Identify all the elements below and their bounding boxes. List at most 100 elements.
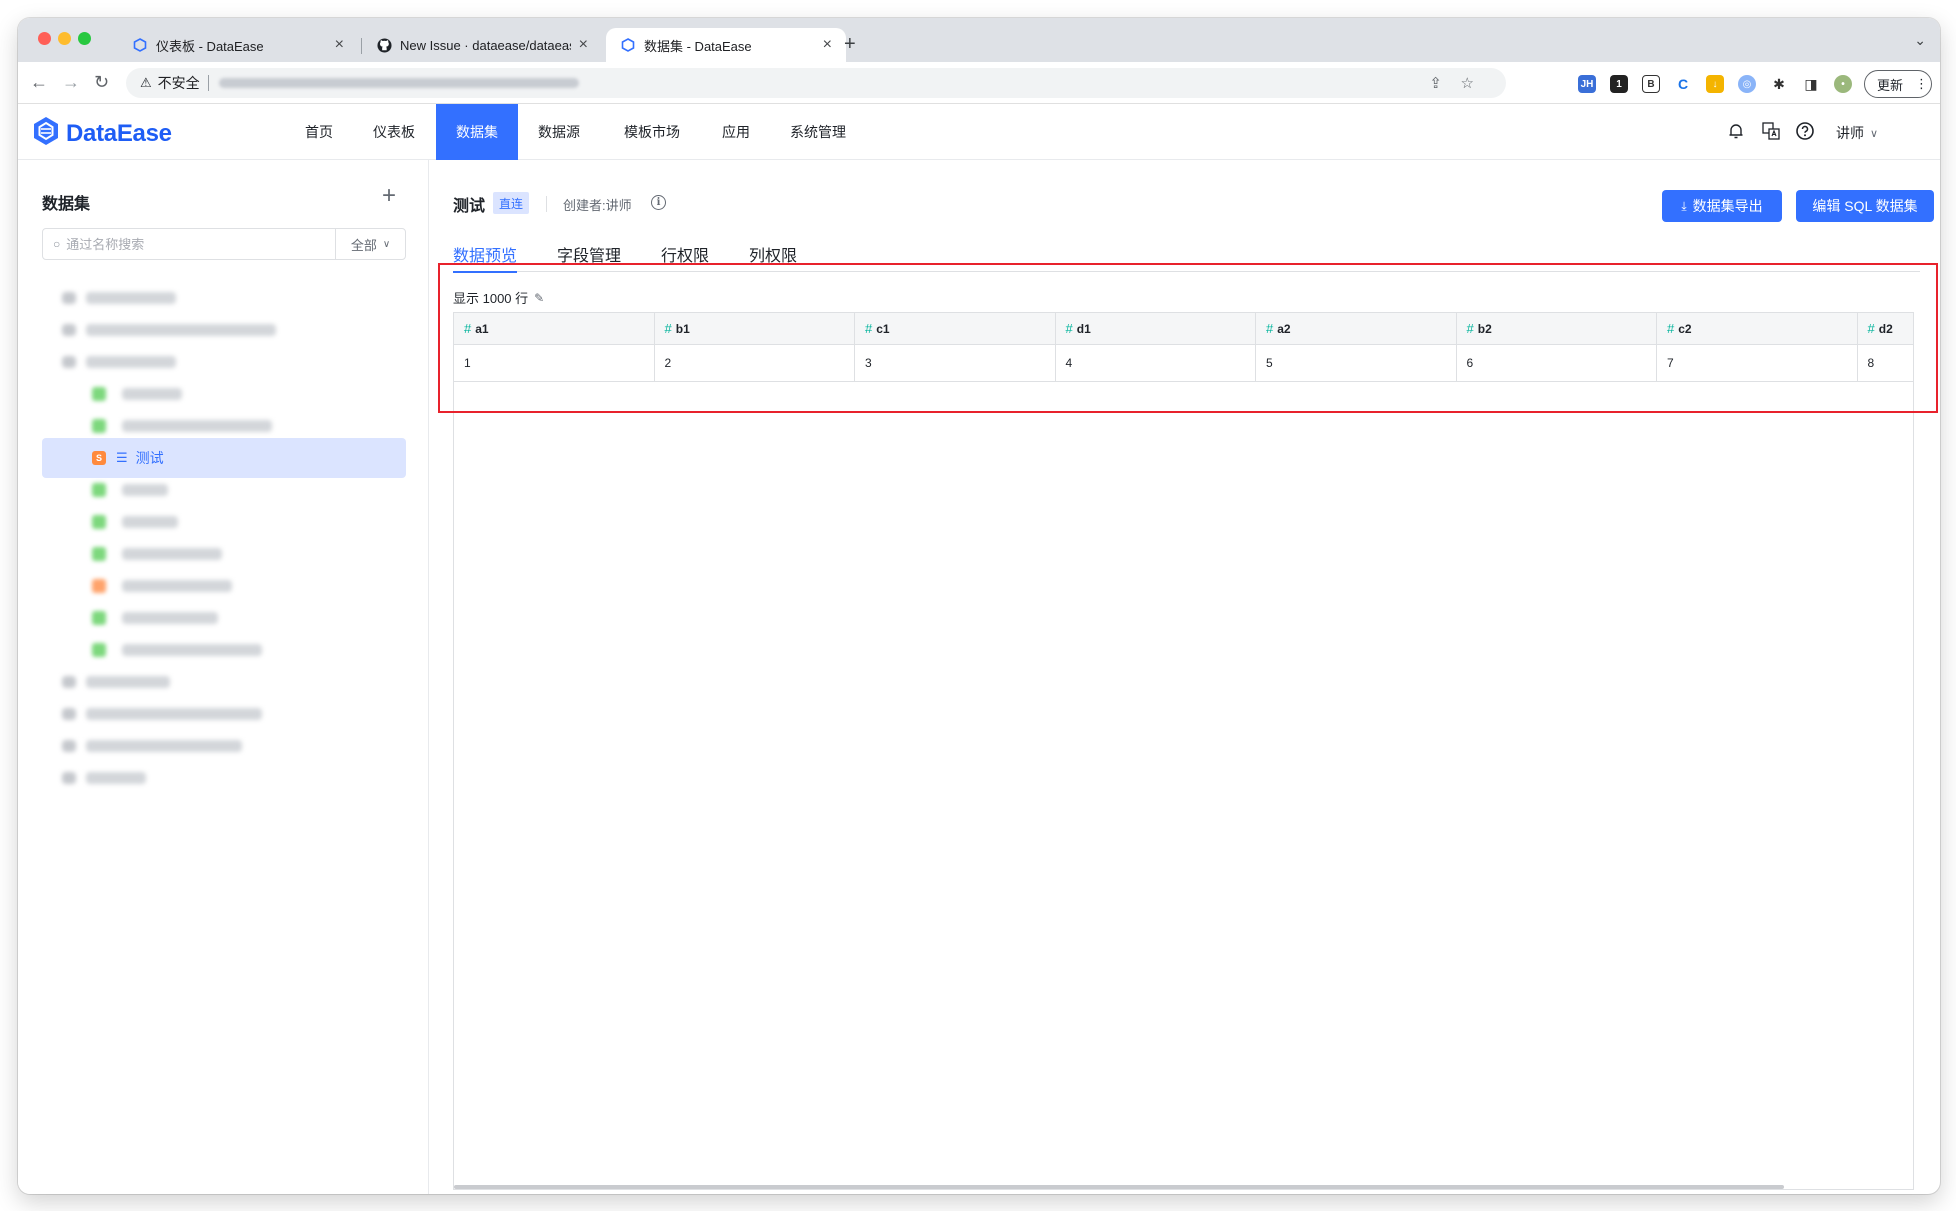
column-name: d1 bbox=[1076, 321, 1091, 336]
nav-dashboard[interactable]: 仪表板 bbox=[352, 104, 436, 160]
column-header[interactable]: # b2 bbox=[1457, 313, 1657, 344]
number-field-icon: # bbox=[1667, 321, 1675, 336]
table-cell: 3 bbox=[855, 345, 1056, 381]
nav-template-market[interactable]: 模板市场 bbox=[600, 104, 704, 160]
browser-tab[interactable]: 仪表板 - DataEase × bbox=[118, 28, 358, 62]
grid-header: # a1 # b1 # c1 # d1 # a2 # b2 # c2 # d2 bbox=[454, 313, 1913, 345]
dataset-sidebar: 数据集 + ○ 全部 ∨ bbox=[18, 160, 429, 1194]
horizontal-scrollbar[interactable] bbox=[454, 1185, 1784, 1189]
info-icon[interactable]: i bbox=[651, 195, 666, 210]
close-tab-icon[interactable]: × bbox=[335, 36, 344, 54]
nav-apps[interactable]: 应用 bbox=[704, 104, 768, 160]
address-bar[interactable]: ⚠ 不安全 ⇪ ☆ bbox=[126, 68, 1506, 98]
nav-dataset[interactable]: 数据集 bbox=[436, 104, 518, 160]
bookmark-star-icon[interactable]: ☆ bbox=[1461, 74, 1474, 92]
filter-value: 全部 bbox=[350, 237, 377, 253]
export-dataset-button[interactable]: ⤓ 数据集导出 bbox=[1662, 190, 1782, 222]
nav-home[interactable]: 首页 bbox=[286, 104, 352, 160]
extension-circle-icon[interactable]: ◎ bbox=[1738, 75, 1756, 93]
table-row: 12345678 bbox=[454, 345, 1913, 382]
app-logo[interactable]: DataEase bbox=[32, 116, 172, 151]
title-divider bbox=[546, 196, 547, 212]
translate-icon[interactable] bbox=[1762, 122, 1780, 146]
update-button[interactable]: 更新 ⋮ bbox=[1864, 70, 1932, 98]
sidebar-title: 数据集 bbox=[42, 196, 91, 213]
data-preview-grid: # a1 # b1 # c1 # d1 # a2 # b2 # c2 # d2 12345678 bbox=[453, 312, 1914, 1190]
maximize-window-button[interactable] bbox=[78, 32, 91, 45]
share-icon[interactable]: ⇪ bbox=[1429, 74, 1442, 92]
app-header: DataEase 首页 仪表板 数据集 数据源 模板市场 应用 系统管理 讲师 … bbox=[18, 104, 1940, 160]
back-icon[interactable]: ← bbox=[30, 71, 48, 93]
extension-c-icon[interactable]: C bbox=[1674, 75, 1692, 93]
extension-download-icon[interactable]: ↓ bbox=[1706, 75, 1724, 93]
tree-folder[interactable] bbox=[42, 758, 406, 798]
dataease-icon bbox=[132, 37, 148, 53]
user-menu[interactable]: 讲师 ∨ bbox=[1836, 123, 1878, 143]
reload-icon[interactable]: ↻ bbox=[94, 71, 109, 93]
logo-text: DataEase bbox=[66, 119, 172, 147]
close-tab-icon[interactable]: × bbox=[579, 36, 588, 54]
download-icon: ⤓ bbox=[1681, 198, 1687, 213]
tab-title: 数据集 - DataEase bbox=[644, 38, 752, 54]
row-count-setting: 显示 1000 行 ✎ bbox=[453, 288, 544, 307]
browser-tab[interactable]: New Issue · dataease/dataease × bbox=[362, 28, 602, 62]
close-tab-icon[interactable]: × bbox=[823, 36, 832, 54]
dataset-name: 测试 bbox=[453, 198, 486, 215]
browser-window: 仪表板 - DataEase × New Issue · dataease/da… bbox=[18, 18, 1940, 1194]
column-name: b1 bbox=[675, 321, 690, 336]
number-field-icon: # bbox=[1065, 321, 1073, 336]
column-header[interactable]: # b1 bbox=[655, 313, 855, 344]
extension-b-icon[interactable]: B bbox=[1642, 75, 1660, 93]
column-header[interactable]: # a1 bbox=[454, 313, 655, 344]
edit-sql-dataset-button[interactable]: 编辑 SQL 数据集 bbox=[1796, 190, 1934, 222]
number-field-icon: # bbox=[1266, 321, 1274, 336]
column-header[interactable]: # c1 bbox=[855, 313, 1056, 344]
browser-tab-active[interactable]: 数据集 - DataEase × bbox=[606, 28, 846, 62]
table-cell: 6 bbox=[1457, 345, 1657, 381]
column-name: c2 bbox=[1678, 321, 1692, 336]
nav-system-settings[interactable]: 系统管理 bbox=[768, 104, 868, 160]
dataset-main: 测试 直连 创建者:讲师 i ⤓ 数据集导出 编辑 SQL 数据集 数据预览 字… bbox=[429, 160, 1940, 1194]
edit-pencil-icon[interactable]: ✎ bbox=[534, 291, 544, 305]
number-field-icon: # bbox=[1466, 321, 1474, 336]
close-window-button[interactable] bbox=[38, 32, 51, 45]
tab-title: New Issue · dataease/dataease bbox=[400, 37, 571, 53]
dataset-tabs: 数据预览 字段管理 行权限 列权限 bbox=[453, 236, 1920, 273]
side-panel-icon[interactable]: ◨ bbox=[1802, 75, 1820, 93]
column-name: c1 bbox=[876, 321, 890, 336]
omnibox-divider bbox=[207, 75, 209, 91]
filter-select[interactable]: 全部 ∨ bbox=[335, 229, 405, 259]
notification-bell-icon[interactable] bbox=[1728, 122, 1744, 146]
tab-data-preview[interactable]: 数据预览 bbox=[453, 236, 518, 273]
extensions-puzzle-icon[interactable]: ✱ bbox=[1770, 75, 1788, 93]
help-icon[interactable] bbox=[1796, 122, 1814, 146]
profile-avatar-icon[interactable]: • bbox=[1834, 75, 1852, 93]
tab-column-permission[interactable]: 列权限 bbox=[749, 236, 797, 272]
connection-mode-tag: 直连 bbox=[493, 192, 530, 214]
extension-jh-icon[interactable]: JH bbox=[1578, 75, 1596, 93]
dataset-creator: 创建者:讲师 bbox=[563, 198, 632, 213]
nav-datasource[interactable]: 数据源 bbox=[518, 104, 600, 160]
number-field-icon: # bbox=[464, 321, 472, 336]
column-header[interactable]: # c2 bbox=[1657, 313, 1858, 344]
warning-icon: ⚠ bbox=[140, 75, 152, 90]
new-tab-icon[interactable]: + bbox=[844, 34, 856, 54]
minimize-window-button[interactable] bbox=[58, 32, 71, 45]
export-label: 数据集导出 bbox=[1692, 198, 1763, 214]
row-count-label: 显示 1000 行 bbox=[453, 291, 529, 306]
column-header[interactable]: # a2 bbox=[1256, 313, 1457, 344]
tab-row-permission[interactable]: 行权限 bbox=[661, 236, 709, 272]
user-name: 讲师 bbox=[1836, 125, 1864, 141]
column-header[interactable]: # d1 bbox=[1056, 313, 1256, 344]
add-icon[interactable]: + bbox=[382, 182, 396, 210]
column-header[interactable]: # d2 bbox=[1858, 313, 1918, 344]
forward-icon[interactable]: → bbox=[62, 71, 80, 93]
search-box: ○ 全部 ∨ bbox=[42, 228, 406, 260]
tab-field-management[interactable]: 字段管理 bbox=[557, 236, 621, 272]
more-menu-icon[interactable]: ⋮ bbox=[1915, 76, 1928, 92]
dataease-icon bbox=[620, 37, 636, 53]
tab-search-chevron-icon[interactable]: ⌄ bbox=[1914, 32, 1926, 49]
search-input[interactable] bbox=[66, 236, 327, 252]
extension-badge-icon[interactable]: 1 bbox=[1610, 75, 1628, 93]
table-cell: 8 bbox=[1867, 356, 1875, 370]
